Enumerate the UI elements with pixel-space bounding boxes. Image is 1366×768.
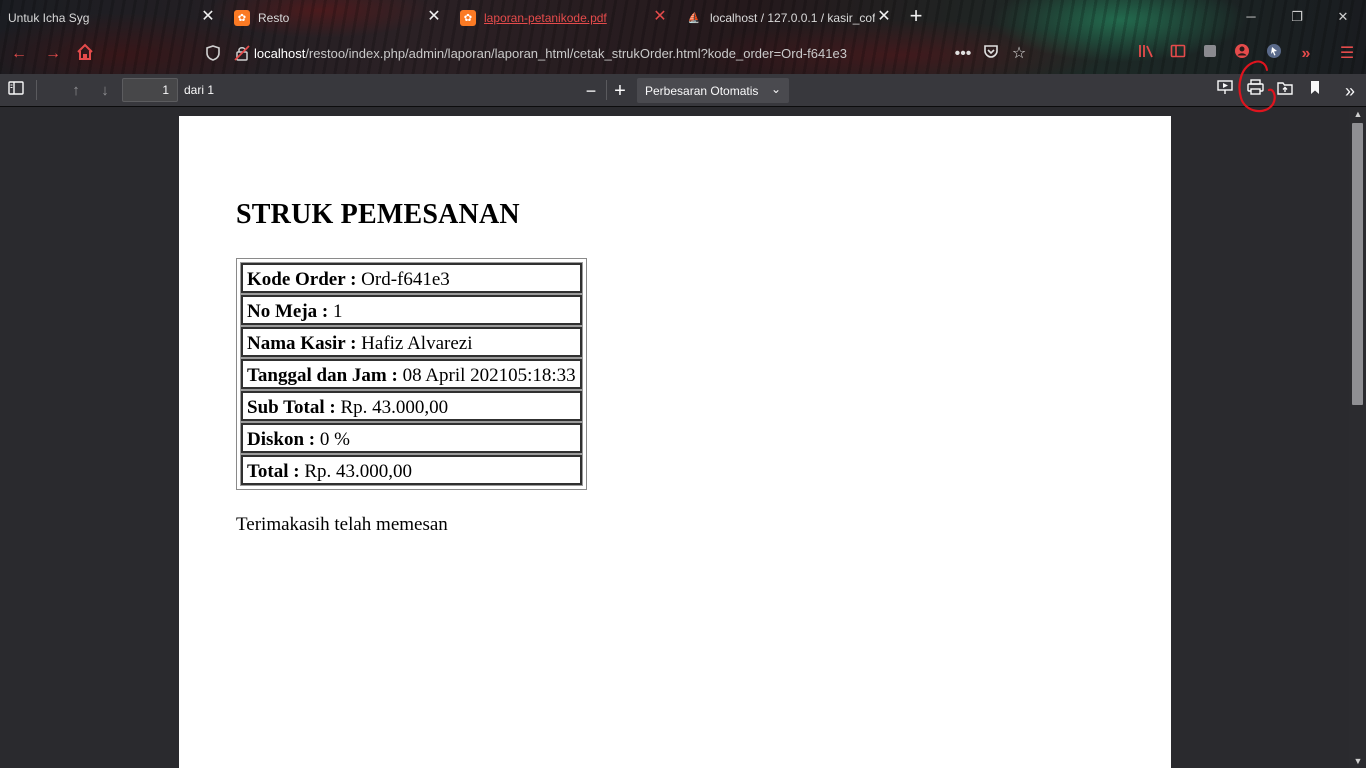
back-icon[interactable]: ←: [8, 43, 30, 65]
forward-icon[interactable]: →: [42, 43, 64, 65]
page-number-input[interactable]: 1: [122, 78, 178, 102]
row-label: Diskon :: [247, 428, 316, 450]
tab-resto[interactable]: ✿ Resto ✕: [226, 3, 450, 33]
table-row: Diskon : 0 %: [240, 422, 583, 454]
next-page-icon[interactable]: ↓: [93, 79, 117, 103]
tracking-shield-icon[interactable]: [206, 45, 220, 61]
url-bar[interactable]: localhost/restoo/index.php/admin/laporan…: [196, 40, 1034, 68]
thank-you-text: Terimakasih telah memesan: [236, 514, 448, 535]
overflow-menu-icon[interactable]: »: [1295, 43, 1317, 65]
row-value: Ord-f641e3: [361, 268, 450, 290]
url-text[interactable]: localhost/restoo/index.php/admin/laporan…: [254, 46, 847, 61]
phpmyadmin-icon: ⛵: [687, 12, 701, 24]
url-path: /restoo/index.php/admin/laporan/laporan_…: [305, 46, 847, 61]
table-row: Tanggal dan Jam : 08 April 202105:18:33: [240, 358, 583, 390]
page-count-label: dari 1: [184, 83, 215, 97]
pdf-toolbar: ↑ ↓ 1 dari 1 − + Perbesaran Otomatis ⌄ »: [0, 74, 1366, 107]
open-file-icon[interactable]: [1273, 79, 1297, 103]
bookmark-icon[interactable]: [1303, 79, 1327, 103]
row-value: Rp. 43.000,00: [304, 460, 413, 482]
sidebar-toggle-icon[interactable]: [1167, 43, 1189, 65]
zoom-select[interactable]: Perbesaran Otomatis ⌄: [637, 78, 789, 103]
print-icon[interactable]: [1243, 79, 1267, 103]
row-value: 08 April 202105:18:33: [402, 364, 576, 386]
scroll-down-icon[interactable]: ▼: [1353, 756, 1363, 766]
table-cell: No Meja : 1: [240, 294, 583, 326]
xampp-icon: ✿: [460, 10, 476, 26]
xampp-icon: ✿: [234, 10, 250, 26]
table-row: Kode Order : Ord-f641e3: [240, 262, 583, 294]
restore-icon[interactable]: ❐: [1287, 7, 1307, 27]
pocket-icon[interactable]: [980, 43, 1002, 65]
tools-overflow-icon[interactable]: »: [1338, 79, 1362, 103]
chevron-down-icon: ⌄: [770, 82, 781, 96]
page-actions-icon[interactable]: •••: [952, 43, 974, 65]
insecure-connection-icon[interactable]: [234, 45, 250, 61]
table-cell: Tanggal dan Jam : 08 April 202105:18:33: [240, 358, 583, 390]
minimize-icon[interactable]: ─: [1241, 7, 1261, 27]
navigation-bar: ← → localhost/restoo/index.php/admin/lap…: [0, 36, 1366, 72]
row-value: Hafiz Alvarezi: [361, 332, 473, 354]
tab-title: localhost / 127.0.0.1 / kasir_cof: [710, 11, 875, 25]
pdf-viewer: STRUK PEMESANAN Kode Order : Ord-f641e3 …: [0, 107, 1366, 768]
zoom-select-value: Perbesaran Otomatis: [645, 84, 759, 98]
toggle-sidebar-icon[interactable]: [4, 79, 28, 103]
table-cell: Diskon : 0 %: [240, 422, 583, 454]
table-row: Sub Total : Rp. 43.000,00: [240, 390, 583, 422]
row-label: Kode Order :: [247, 268, 357, 290]
tab-laporan-pdf[interactable]: ✿ laporan-petanikode.pdf ✕: [452, 3, 676, 33]
row-label: Nama Kasir :: [247, 332, 357, 354]
close-tab-icon[interactable]: ✕: [426, 9, 442, 25]
hamburger-menu-icon[interactable]: ☰: [1336, 43, 1358, 65]
window-close-icon[interactable]: ✕: [1333, 7, 1353, 27]
tab-phpmyadmin[interactable]: ⛵ localhost / 127.0.0.1 / kasir_cof ✕: [678, 3, 900, 33]
extension-icon[interactable]: [1199, 43, 1221, 65]
close-tab-icon[interactable]: ✕: [200, 9, 216, 25]
tab-bar: Untuk Icha Syg ✕ ✿ Resto ✕ ✿ laporan-pet…: [0, 0, 1366, 34]
close-tab-icon[interactable]: ✕: [876, 9, 892, 25]
row-label: Sub Total :: [247, 396, 336, 418]
receipt-table: Kode Order : Ord-f641e3 No Meja : 1 Nama…: [236, 258, 587, 490]
toolbar-separator: [36, 80, 37, 100]
profile-avatar-icon[interactable]: [1263, 43, 1285, 65]
vertical-scrollbar[interactable]: ▲ ▼: [1349, 107, 1366, 768]
row-value: 1: [333, 300, 343, 322]
home-icon[interactable]: [74, 43, 96, 65]
close-tab-icon[interactable]: ✕: [652, 9, 668, 25]
pdf-page: STRUK PEMESANAN Kode Order : Ord-f641e3 …: [179, 116, 1171, 768]
new-tab-button[interactable]: +: [904, 5, 928, 29]
table-row: No Meja : 1: [240, 294, 583, 326]
document-title: STRUK PEMESANAN: [236, 199, 520, 230]
table-cell: Total : Rp. 43.000,00: [240, 454, 583, 486]
row-label: Tanggal dan Jam :: [247, 364, 398, 386]
account-icon[interactable]: [1231, 43, 1253, 65]
zoom-out-icon[interactable]: −: [579, 79, 603, 103]
scroll-up-icon[interactable]: ▲: [1353, 109, 1363, 119]
presentation-mode-icon[interactable]: [1213, 79, 1237, 103]
scroll-thumb[interactable]: [1352, 123, 1363, 405]
tab-title: laporan-petanikode.pdf: [484, 11, 607, 25]
row-label: Total :: [247, 460, 300, 482]
row-label: No Meja :: [247, 300, 329, 322]
table-cell: Sub Total : Rp. 43.000,00: [240, 390, 583, 422]
previous-page-icon[interactable]: ↑: [64, 79, 88, 103]
url-host: localhost: [254, 46, 306, 61]
library-icon[interactable]: [1135, 43, 1157, 65]
bookmark-star-icon[interactable]: ☆: [1008, 43, 1030, 65]
table-cell: Kode Order : Ord-f641e3: [240, 262, 583, 294]
table-row: Nama Kasir : Hafiz Alvarezi: [240, 326, 583, 358]
toolbar-separator: [606, 80, 607, 100]
zoom-in-icon[interactable]: +: [608, 79, 632, 103]
tab-title: Resto: [258, 11, 290, 25]
tab-untuk-icha[interactable]: Untuk Icha Syg ✕: [0, 3, 224, 33]
table-row: Total : Rp. 43.000,00: [240, 454, 583, 486]
row-value: Rp. 43.000,00: [340, 396, 449, 418]
row-value: 0 %: [319, 428, 350, 450]
tab-title: Untuk Icha Syg: [8, 11, 90, 25]
table-cell: Nama Kasir : Hafiz Alvarezi: [240, 326, 583, 358]
